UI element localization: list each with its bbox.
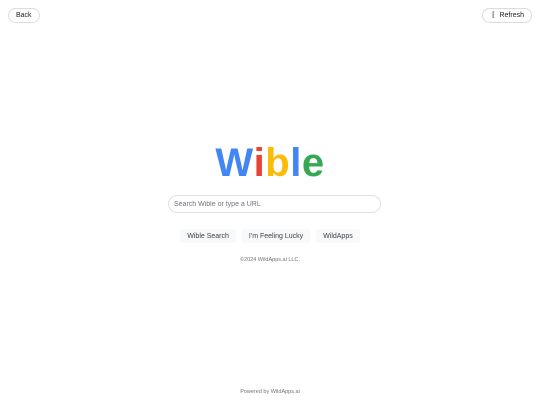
- copyright-text: ©2024 WildApps.ai LLC.: [239, 257, 300, 263]
- back-button-label: Back: [16, 12, 32, 19]
- refresh-button-label: Refresh: [499, 12, 524, 19]
- wildapps-button[interactable]: WildApps: [316, 229, 360, 243]
- page: Back ⁅ Refresh Wible Wible Search I'm Fe…: [0, 0, 540, 405]
- back-button[interactable]: Back: [8, 8, 40, 23]
- logo-letter: b: [265, 141, 291, 185]
- wible-logo: Wible: [0, 140, 540, 186]
- action-buttons: Wible Search I'm Feeling Lucky WildApps: [0, 229, 540, 243]
- refresh-button[interactable]: ⁅ Refresh: [482, 8, 532, 23]
- logo-letter: l: [290, 141, 302, 185]
- powered-by-footer: Powered by WildApps.ai: [240, 389, 300, 395]
- logo-letter: e: [301, 141, 325, 185]
- logo-letter: W: [215, 141, 254, 185]
- feeling-lucky-button[interactable]: I'm Feeling Lucky: [241, 229, 311, 243]
- search-box[interactable]: [168, 195, 381, 213]
- wible-search-button[interactable]: Wible Search: [180, 229, 236, 243]
- search-input[interactable]: [174, 200, 374, 208]
- refresh-icon: ⁅: [492, 12, 495, 19]
- logo-letter: i: [253, 141, 266, 185]
